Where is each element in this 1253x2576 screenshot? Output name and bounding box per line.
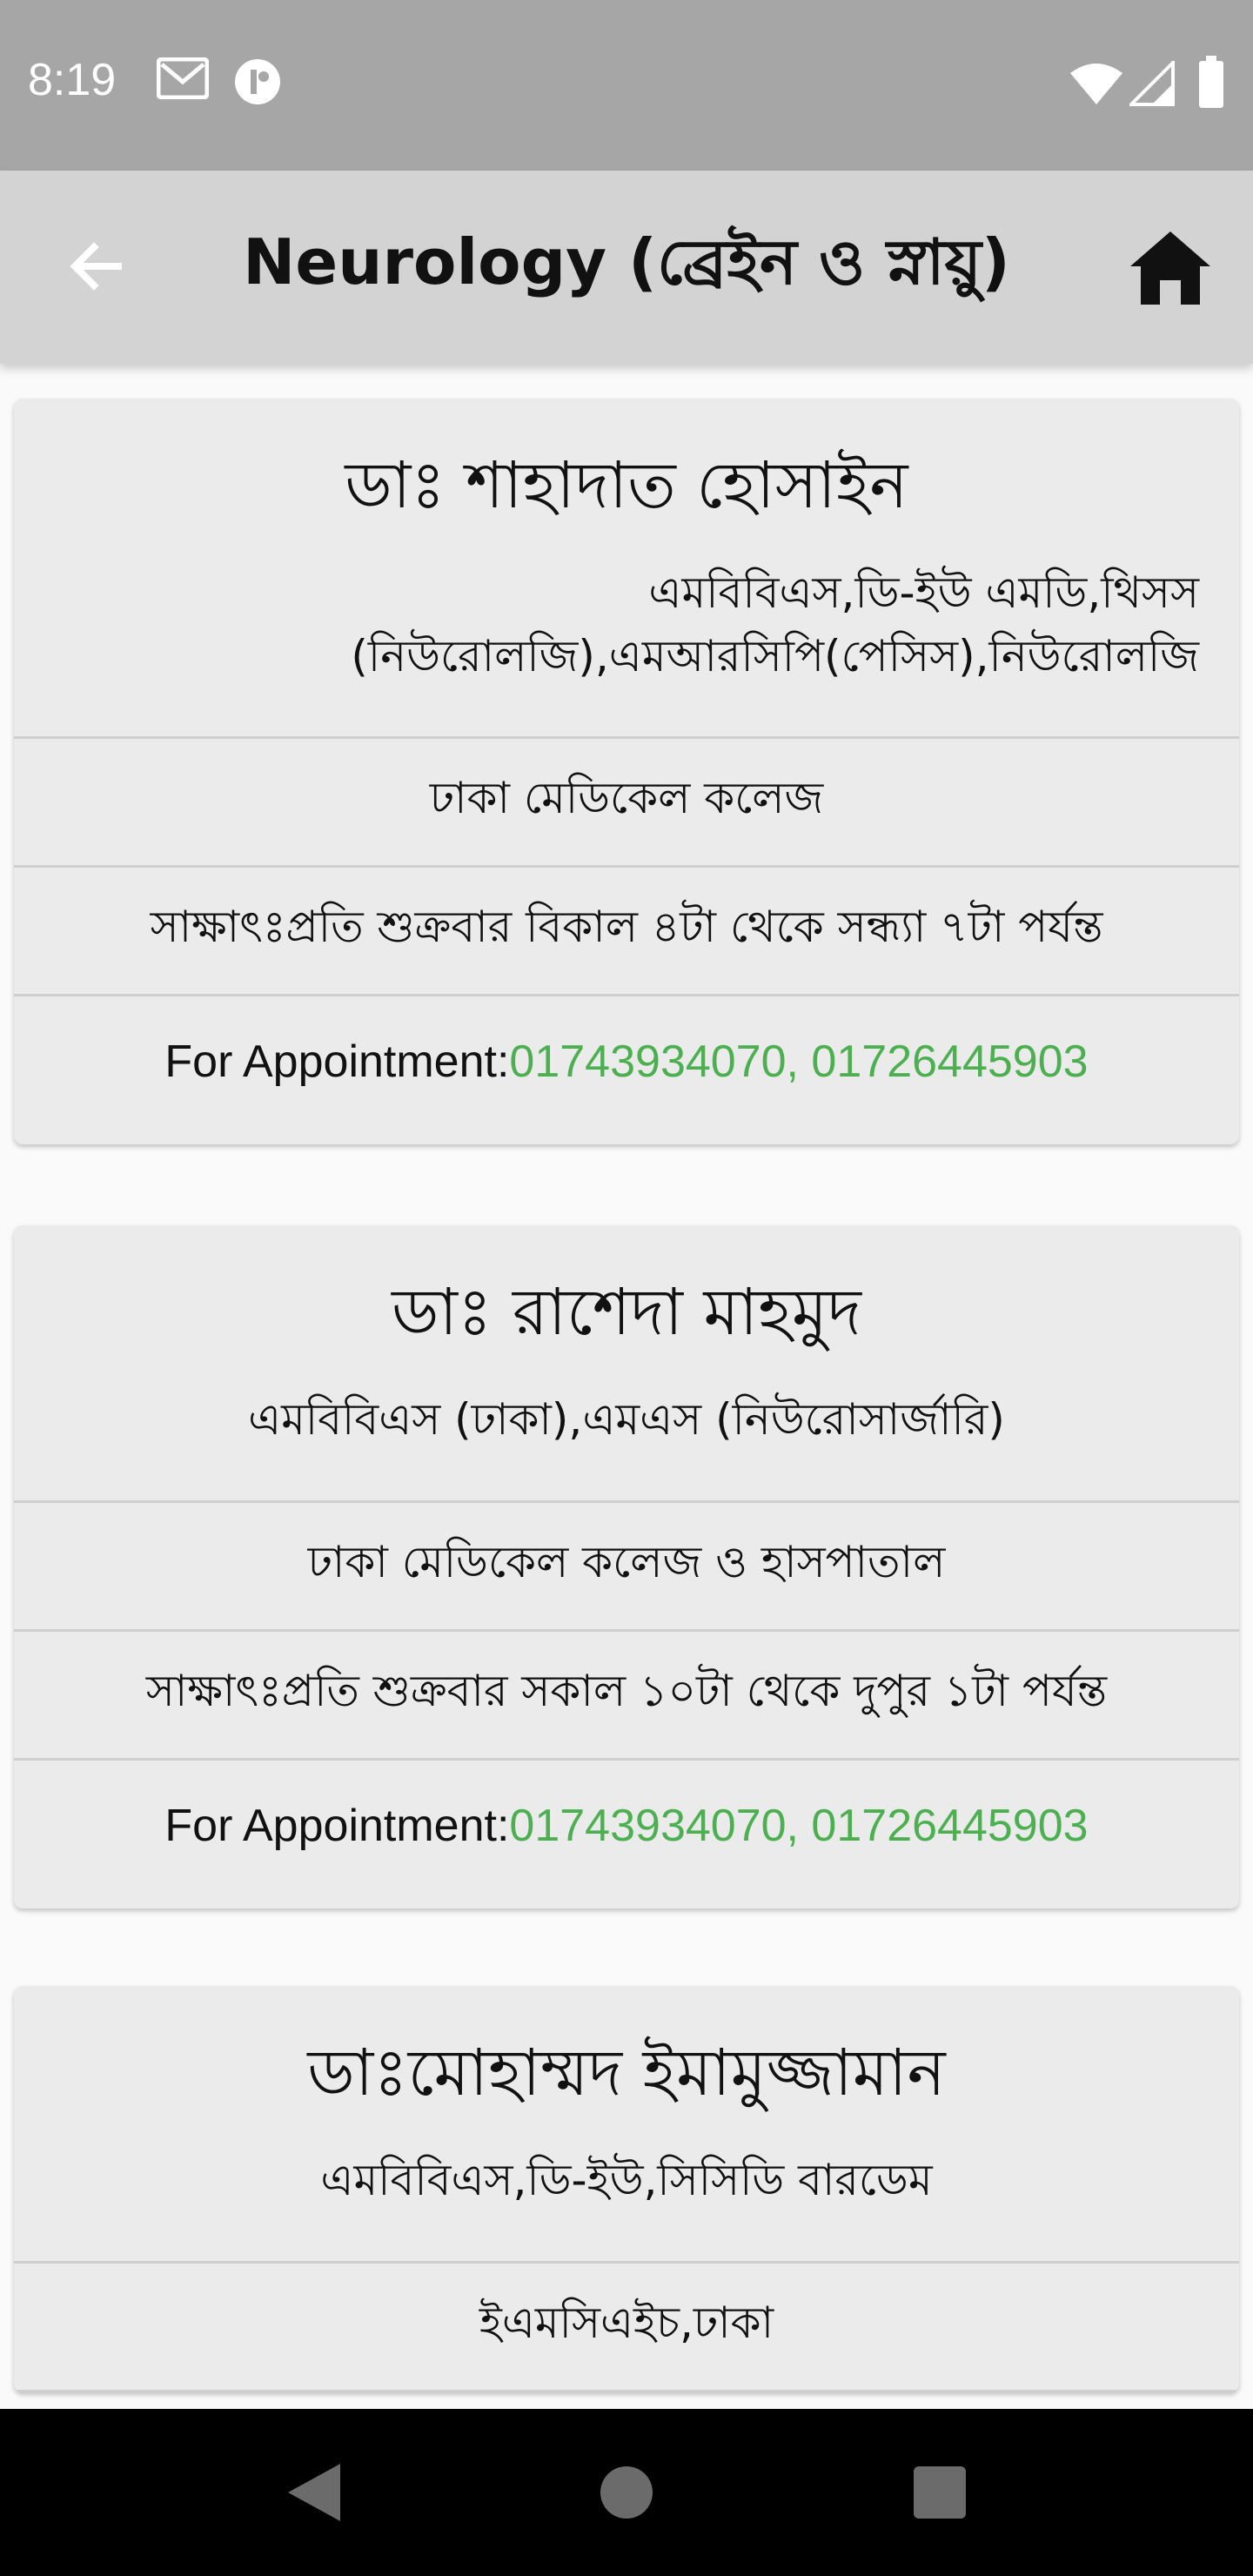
doctor-schedule: সাক্ষাৎঃপ্রতি শুক্রবার সকাল ১০টা থেকে দু… xyxy=(14,1632,1239,1761)
page-title: Neurology (ব্রেইন ও স্নায়ু) xyxy=(243,225,1010,299)
appointment-phone-link[interactable]: 01743934070, 01726445903 xyxy=(509,1800,1088,1852)
wifi-icon xyxy=(1069,61,1124,110)
doctor-hospital: ঢাকা মেডিকেল কলেজ ও হাসপাতাল xyxy=(14,1503,1239,1632)
doctor-schedule: সাক্ষাৎঃপ্রতি শুক্রবার বিকাল ৪টা থেকে সন… xyxy=(14,868,1239,997)
appointment-label: For Appointment: xyxy=(164,1800,510,1851)
appointment-label: For Appointment: xyxy=(164,1036,510,1088)
doctor-hospital: ইএমসিএইচ,ঢাকা xyxy=(14,2264,1239,2392)
doctor-degree-line: (নিউরোলজি),এমআরসিপি(পেসিস),নিউরোলজি xyxy=(351,630,1199,681)
home-button[interactable] xyxy=(1122,219,1218,315)
appointment-phone-link[interactable]: 01743934070, 01726445903 xyxy=(509,1036,1088,1088)
doctor-card[interactable]: ডাঃ শাহাদাত হোসাইন এমবিবিএস,ডি-ইউ এমডি,থ… xyxy=(14,399,1239,1145)
doctor-card-header: ডাঃ শাহাদাত হোসাইন এমবিবিএস,ডি-ইউ এমডি,থ… xyxy=(14,399,1239,740)
gmail-icon xyxy=(156,57,210,103)
doctor-name: ডাঃ রাশেদা মাহমুদ xyxy=(392,1275,861,1350)
doctor-name: ডাঃমোহাম্মদ ইমামুজ্জামান xyxy=(307,2036,946,2110)
appointment-row: For Appointment: 01743934070, 01726445903 xyxy=(14,1761,1239,1909)
arrow-left-icon xyxy=(70,242,122,291)
status-time: 8:19 xyxy=(28,55,117,105)
signal-icon xyxy=(1127,58,1175,110)
doctor-card[interactable]: ডাঃ রাশেদা মাহমুদ এমবিবিএস (ঢাকা),এমএস (… xyxy=(14,1225,1239,1909)
navigation-bar xyxy=(0,2409,1253,2576)
doctor-degree: এমবিবিএস (ঢাকা),এমএস (নিউরোসার্জারি) xyxy=(248,1394,1005,1446)
appointment-row: For Appointment: 01743934070, 01726445903 xyxy=(14,996,1239,1144)
doctor-degree: এমবিবিএস,ডি-ইউ,সিসিডি বারডেম xyxy=(320,2155,933,2206)
home-icon xyxy=(1130,231,1210,305)
nav-back-button[interactable] xyxy=(270,2449,357,2536)
doctor-name: ডাঃ শাহাদাত হোসাইন xyxy=(345,448,908,523)
app-bar: Neurology (ব্রেইন ও স্নায়ু) xyxy=(0,171,1253,364)
back-triangle-icon xyxy=(288,2464,340,2521)
doctor-card-header: ডাঃমোহাম্মদ ইমামুজ্জামান এমবিবিএস,ডি-ইউ,… xyxy=(14,1986,1239,2264)
nav-recents-button[interactable] xyxy=(896,2449,983,2536)
notification-app-icon xyxy=(233,57,282,110)
back-button[interactable] xyxy=(52,223,139,310)
nav-home-button[interactable] xyxy=(583,2449,670,2536)
doctor-degree-line: এমবিবিএস,ডি-ইউ এমডি,থিসস xyxy=(648,567,1199,619)
status-bar: 8:19 xyxy=(0,0,1253,171)
battery-icon xyxy=(1197,56,1225,111)
doctor-degree: এমবিবিএস,ডি-ইউ এমডি,থিসস (নিউরোলজি),এমআর… xyxy=(54,561,1199,688)
doctor-card[interactable]: ডাঃমোহাম্মদ ইমামুজ্জামান এমবিবিএস,ডি-ইউ,… xyxy=(14,1986,1239,2392)
doctor-hospital: ঢাকা মেডিকেল কলেজ xyxy=(14,739,1239,869)
doctor-card-header: ডাঃ রাশেদা মাহমুদ এমবিবিএস (ঢাকা),এমএস (… xyxy=(14,1225,1239,1503)
home-circle-icon xyxy=(600,2466,653,2519)
doctor-list[interactable]: ডাঃ শাহাদাত হোসাইন এমবিবিএস,ডি-ইউ এমডি,থ… xyxy=(0,364,1253,2409)
recents-square-icon xyxy=(914,2466,966,2519)
